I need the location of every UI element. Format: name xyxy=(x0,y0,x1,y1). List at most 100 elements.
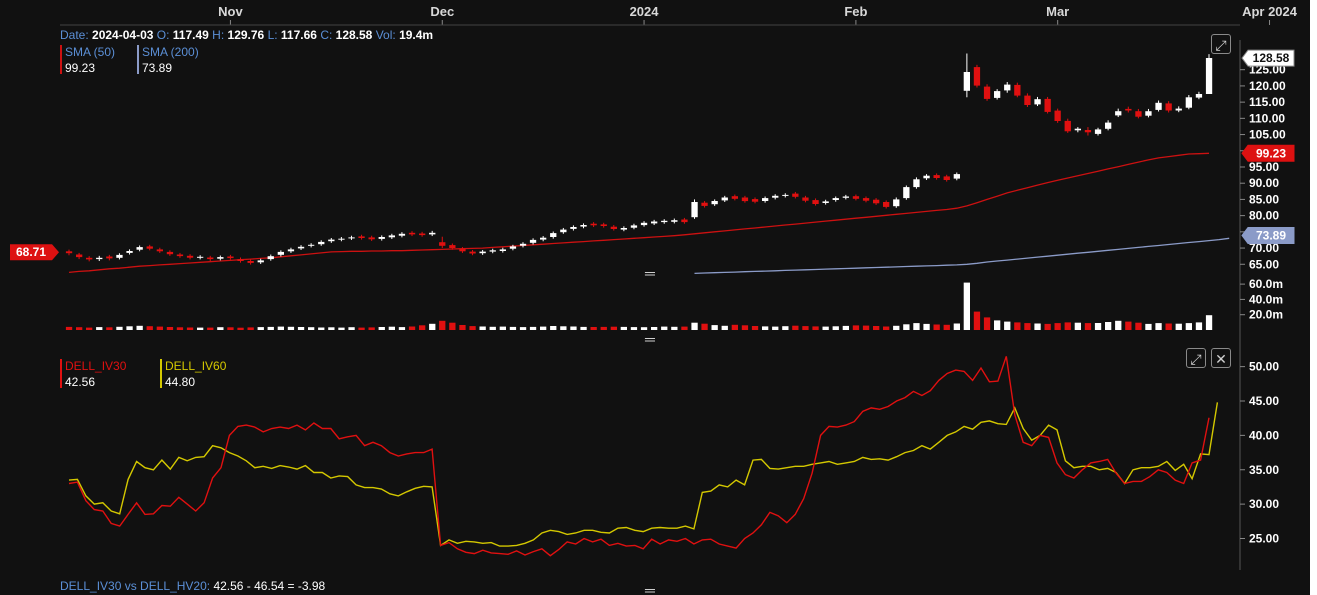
volume-bar xyxy=(560,326,567,330)
candle-body xyxy=(873,199,880,204)
chart-canvas: NovDec2024FebMarApr 202465.0070.0075.008… xyxy=(10,4,1298,570)
candle-body xyxy=(640,222,648,226)
x-axis-tick-label: Dec xyxy=(430,4,454,19)
volume-bar xyxy=(822,326,829,330)
volume-bar xyxy=(186,327,194,330)
candle-body xyxy=(328,239,335,242)
legend-sma50[interactable]: SMA (50) 99.23 xyxy=(60,44,115,76)
legend-sma50-name: SMA (50) xyxy=(65,45,116,59)
close-icon[interactable]: ✕ xyxy=(1211,348,1231,368)
candle-body xyxy=(1205,58,1213,94)
candle-body xyxy=(913,179,920,188)
volume-bar xyxy=(429,323,436,330)
candle-body xyxy=(86,257,93,260)
volume-bar xyxy=(731,324,738,330)
volume-bar xyxy=(994,320,1001,330)
legend-iv60-name: DELL_IV60 xyxy=(165,359,227,373)
candle-body xyxy=(580,225,587,227)
volume-bar xyxy=(328,327,335,330)
high-value: 129.76 xyxy=(227,28,265,42)
last-price-badge: 128.58 xyxy=(1253,51,1290,65)
volume-bar xyxy=(1034,323,1041,330)
candle-body xyxy=(1135,111,1142,117)
volume-bar xyxy=(1044,323,1051,330)
legend-iv30[interactable]: DELL_IV30 42.56 xyxy=(60,358,126,390)
candle-body xyxy=(963,72,970,91)
candle-body xyxy=(176,254,184,257)
volume-bar xyxy=(681,326,688,330)
volume-bar xyxy=(540,326,547,330)
volume-bar xyxy=(96,327,103,330)
volume-bar xyxy=(106,327,113,330)
candle-body xyxy=(671,220,678,222)
candle-body xyxy=(600,224,607,226)
drag-handle-icon[interactable]: ═ xyxy=(645,266,655,280)
volume-bar xyxy=(378,327,385,330)
candle-body xyxy=(297,246,305,249)
candle-body xyxy=(651,221,658,224)
legend-sma200[interactable]: SMA (200) 73.89 xyxy=(137,44,199,76)
volume-bar xyxy=(439,320,446,330)
candle-body xyxy=(802,197,809,201)
candle-body xyxy=(318,241,325,245)
volume-bar xyxy=(1024,323,1031,330)
legend-sma50-swatch xyxy=(60,45,62,74)
low-value: 117.66 xyxy=(280,28,317,42)
volume-bar xyxy=(479,326,486,330)
candle-body xyxy=(237,259,244,261)
x-axis-tick-label: Nov xyxy=(218,4,243,19)
volume-bar xyxy=(671,326,678,330)
x-axis-tick-label: 2024 xyxy=(630,4,660,19)
volume-bar xyxy=(1135,322,1142,330)
date-value: 2024-04-03 xyxy=(92,28,154,42)
candle-body xyxy=(691,202,698,218)
volume-bar xyxy=(550,326,557,330)
open-label: O: xyxy=(156,28,170,42)
volume-bar xyxy=(308,327,315,330)
legend-iv30-name: DELL_IV30 xyxy=(65,359,127,373)
volume-bar xyxy=(963,282,970,330)
candle-body xyxy=(1175,108,1182,111)
volume-bar xyxy=(973,311,981,330)
expand-icon[interactable]: ⤢ xyxy=(1186,348,1206,368)
iv-y-tick-label: 40.00 xyxy=(1249,428,1279,442)
volume-bar xyxy=(176,327,184,330)
price-y-tick-label: 110.00 xyxy=(1249,111,1285,125)
volume-bar xyxy=(812,326,819,330)
volume-bar xyxy=(257,327,264,330)
volume-bar xyxy=(610,326,617,330)
drag-handle-icon[interactable]: ═ xyxy=(645,332,655,346)
x-axis-tick-label: Apr 2024 xyxy=(1242,4,1298,19)
candle-body xyxy=(610,226,617,229)
candle-body xyxy=(247,261,254,263)
candle-body xyxy=(449,245,456,248)
iv-series-line xyxy=(68,356,1210,557)
volume-bar xyxy=(318,327,325,330)
candle-body xyxy=(459,248,466,252)
expand-icon[interactable]: ⤢ xyxy=(1211,34,1231,54)
volume-bar xyxy=(1205,315,1213,330)
candle-body xyxy=(1145,111,1152,116)
legend-sma200-value: 73.89 xyxy=(142,61,173,75)
volume-bar xyxy=(499,326,506,330)
volume-bar xyxy=(691,322,698,330)
candle-body xyxy=(782,194,789,196)
price-y-tick-label: 65.00 xyxy=(1249,257,1279,271)
legend-iv30-swatch xyxy=(60,359,62,388)
candle-body xyxy=(661,220,668,223)
candle-body xyxy=(368,237,375,240)
volume-bar xyxy=(600,326,607,330)
drag-handle-icon[interactable]: ═ xyxy=(645,583,655,595)
volume-bar xyxy=(1115,320,1122,330)
volume-bar xyxy=(1004,321,1011,330)
volume-bar xyxy=(701,323,708,330)
price-y-tick-label: 105.00 xyxy=(1249,128,1286,142)
volume-value: 19.4m xyxy=(399,28,434,42)
candle-body xyxy=(550,233,557,237)
legend-iv60[interactable]: DELL_IV60 44.80 xyxy=(160,358,226,390)
volume-bar xyxy=(1094,323,1102,330)
candle-body xyxy=(883,202,890,207)
candle-body xyxy=(701,202,708,206)
candle-body xyxy=(751,199,759,202)
candle-body xyxy=(1084,130,1092,133)
